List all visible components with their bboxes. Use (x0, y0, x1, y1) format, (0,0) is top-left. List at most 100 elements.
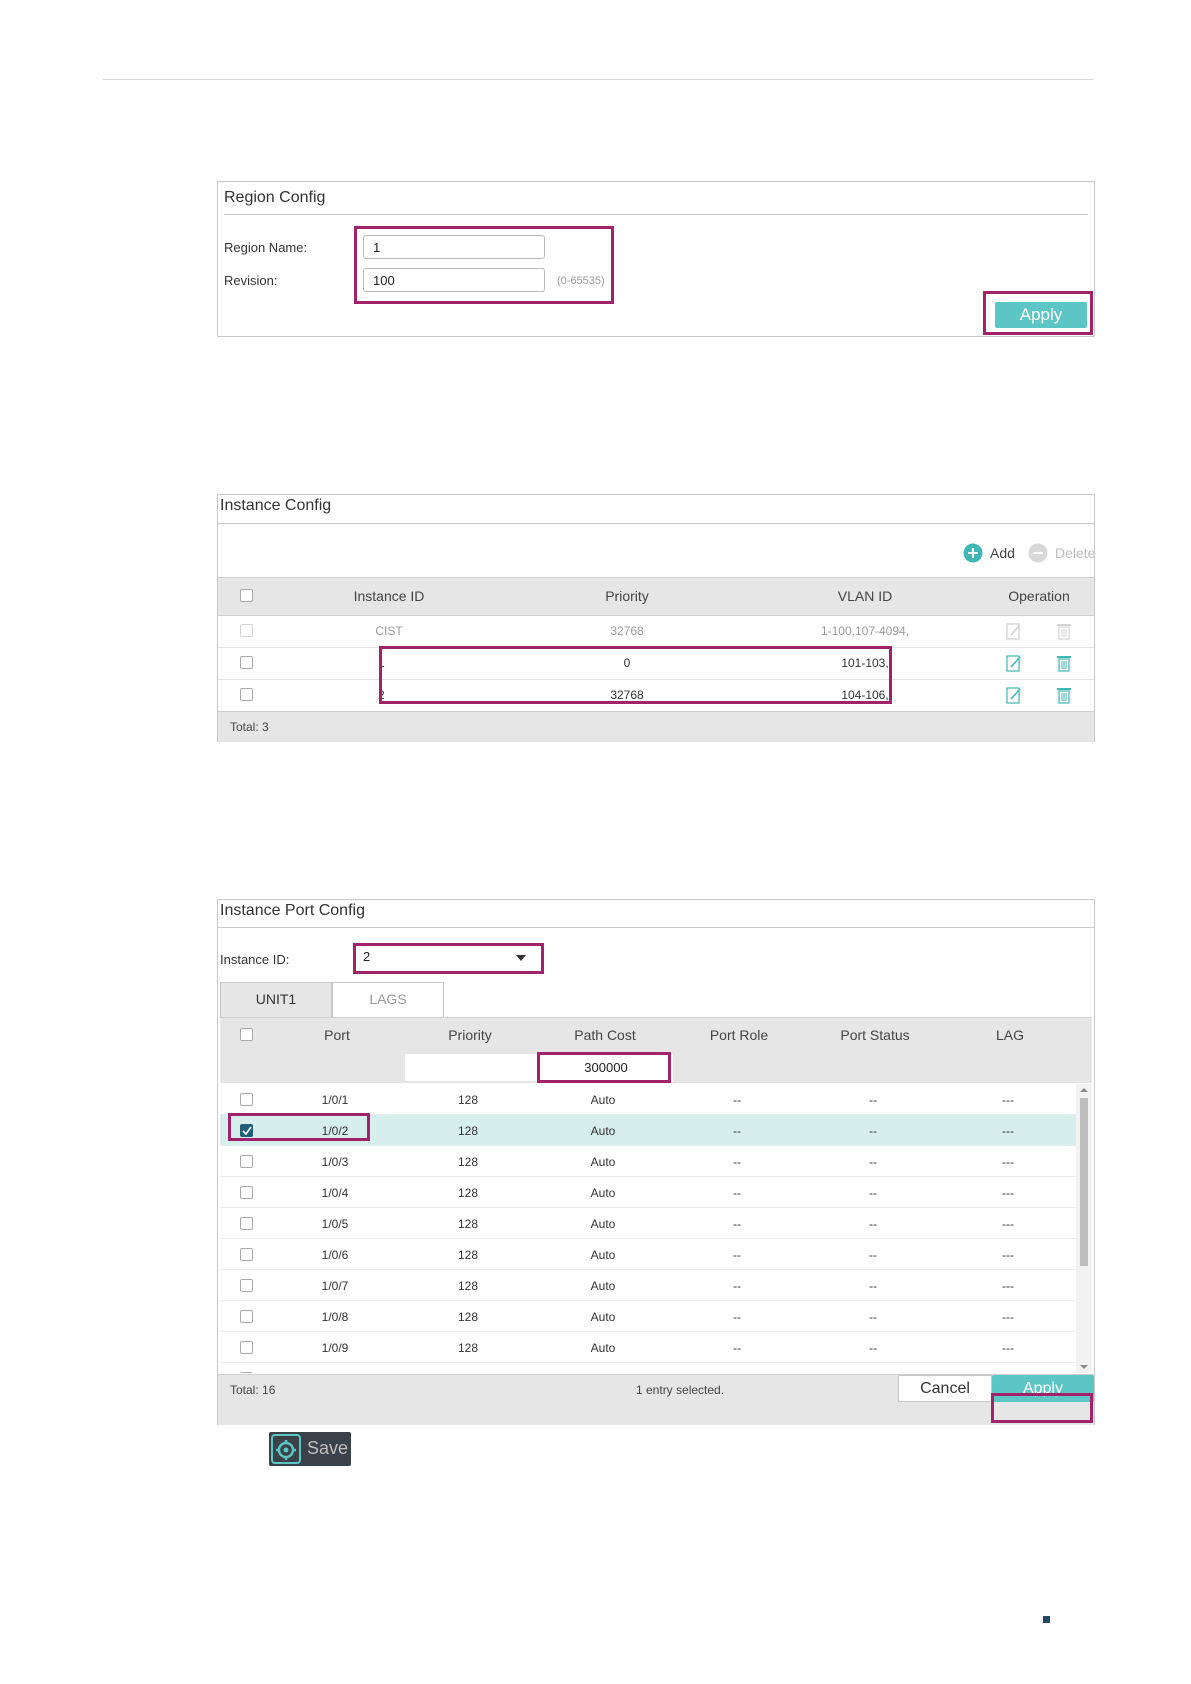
row-checkbox[interactable] (240, 1217, 253, 1230)
trash-icon[interactable] (1056, 654, 1072, 672)
priority-cell: 32768 (610, 624, 644, 638)
table-row[interactable]: 1/0/1 128 Auto -- -- --- (220, 1084, 1076, 1115)
table-row[interactable]: 1/0/4 128 Auto -- -- --- (220, 1177, 1076, 1208)
delete-button[interactable]: Delete (1028, 543, 1094, 565)
row-checkbox[interactable] (240, 1310, 253, 1323)
priority-cell: 128 (457, 1279, 479, 1293)
tab-lags[interactable]: LAGS (332, 982, 444, 1017)
port-role-cell: -- (733, 1217, 741, 1231)
instance-port-config-title: Instance Port Config (220, 902, 365, 919)
instance-id-cell: 2 (378, 688, 385, 702)
lag-cell: --- (1002, 1372, 1014, 1373)
path-cost-cell: Auto (591, 1372, 616, 1373)
delete-label: Delete (1055, 545, 1094, 561)
instance-id-select[interactable]: 2 (354, 945, 536, 971)
table-row[interactable]: 1/0/7 128 Auto -- -- --- (220, 1270, 1076, 1301)
lag-cell: --- (1002, 1217, 1014, 1231)
edit-icon (1006, 623, 1021, 640)
lag-cell: --- (1002, 1124, 1014, 1138)
port-cell: 1/0/10 (318, 1372, 351, 1373)
port-role-cell: -- (733, 1279, 741, 1293)
instance-id-label: Instance ID: (220, 952, 290, 967)
row-checkbox[interactable] (240, 1341, 253, 1354)
table-row[interactable]: 1/0/8 128 Auto -- -- --- (220, 1301, 1076, 1332)
table-row[interactable]: 1/0/2 128 Auto -- -- --- (220, 1115, 1076, 1146)
instance-id-value: 2 (363, 949, 371, 964)
col-priority: Priority (448, 1027, 492, 1043)
instance-id-cell: 1 (378, 656, 385, 670)
row-checkbox[interactable] (240, 1155, 253, 1168)
chevron-down-icon (516, 955, 526, 961)
path-cost-cell: Auto (590, 1248, 616, 1262)
region-config-title: Region Config (224, 189, 326, 206)
table-row: 1 0 101-103, (218, 647, 1094, 679)
port-status-cell: -- (869, 1217, 877, 1231)
port-role-cell: -- (733, 1093, 741, 1107)
select-all-checkbox[interactable] (240, 589, 253, 602)
priority-batch-input[interactable] (405, 1054, 539, 1081)
vertical-scrollbar[interactable] (1076, 1084, 1092, 1373)
port-cell: 1/0/5 (321, 1217, 349, 1231)
region-name-label: Region Name: (224, 240, 308, 255)
port-table-header: Port Priority Path Cost Port Role Port S… (220, 1017, 1092, 1054)
port-status-cell: -- (869, 1186, 877, 1200)
row-checkbox[interactable] (240, 688, 253, 701)
port-status-cell: -- (869, 1372, 877, 1373)
minus-circle-icon (1028, 543, 1048, 563)
row-checkbox[interactable] (240, 656, 253, 669)
edit-icon[interactable] (1006, 654, 1022, 672)
port-cell: 1/0/2 (321, 1124, 349, 1138)
scroll-up-arrow-icon[interactable] (1076, 1084, 1092, 1096)
lag-cell: --- (1002, 1310, 1014, 1324)
lag-cell: --- (1002, 1248, 1014, 1262)
revision-input[interactable]: 100 (363, 268, 545, 292)
tab-unit1[interactable]: UNIT1 (220, 982, 332, 1017)
table-row[interactable]: 1/0/5 128 Auto -- -- --- (220, 1208, 1076, 1239)
col-port-status: Port Status (840, 1027, 910, 1043)
table-row[interactable]: 1/0/9 128 Auto -- -- --- (220, 1332, 1076, 1363)
priority-cell: 128 (457, 1310, 479, 1324)
instance-port-config-panel: Instance Port Config Instance ID: 2 UNIT… (217, 899, 1095, 1425)
top-divider (103, 79, 1093, 80)
col-priority: Priority (605, 588, 649, 604)
path-cost-cell: Auto (590, 1124, 616, 1138)
select-all-checkbox[interactable] (240, 1028, 253, 1041)
port-status-cell: -- (869, 1279, 877, 1293)
lag-cell: --- (1002, 1186, 1014, 1200)
save-button[interactable]: Save (269, 1432, 351, 1466)
priority-cell: 128 (457, 1186, 479, 1200)
row-checkbox[interactable] (240, 1279, 253, 1292)
cancel-button[interactable]: Cancel (898, 1375, 992, 1402)
port-role-cell: -- (733, 1248, 741, 1262)
instance-total: Total: 3 (230, 720, 269, 734)
table-row[interactable]: 1/0/3 128 Auto -- -- --- (220, 1146, 1076, 1177)
port-role-cell: -- (733, 1124, 741, 1138)
table-row[interactable]: 1/0/6 128 Auto -- -- --- (220, 1239, 1076, 1270)
instance-config-panel: Instance Config Add Delete Instance ID P… (217, 494, 1095, 742)
path-cost-batch-input[interactable]: 300000 (539, 1054, 673, 1081)
path-cost-cell: Auto (590, 1093, 616, 1107)
region-name-input[interactable]: 1 (363, 235, 545, 259)
priority-cell: 128 (457, 1217, 479, 1231)
row-checkbox[interactable] (240, 1248, 253, 1261)
port-status-cell: -- (869, 1155, 877, 1169)
scrollbar-thumb[interactable] (1080, 1098, 1088, 1266)
table-row: 2 32768 104-106, (218, 679, 1094, 711)
save-label: Save (307, 1438, 349, 1458)
trash-icon[interactable] (1056, 686, 1072, 704)
port-apply-button[interactable]: Apply (992, 1375, 1094, 1402)
priority-cell: 128 (457, 1124, 479, 1138)
row-checkbox[interactable] (240, 1093, 253, 1106)
revision-range-hint: (0-65535) (557, 275, 605, 287)
table-row[interactable]: 1/0/10128Auto------- (220, 1363, 1076, 1373)
port-role-cell: -- (733, 1341, 741, 1355)
region-apply-button[interactable]: Apply (995, 302, 1087, 328)
edit-icon[interactable] (1006, 686, 1022, 704)
port-status-cell: -- (869, 1093, 877, 1107)
priority-cell: 128 (457, 1341, 479, 1355)
vlan-cell: 101-103, (841, 656, 889, 670)
scroll-down-arrow-icon[interactable] (1076, 1361, 1092, 1373)
row-checkbox[interactable] (240, 1372, 253, 1373)
row-checkbox[interactable] (240, 1186, 253, 1199)
row-checkbox[interactable] (240, 1124, 253, 1137)
